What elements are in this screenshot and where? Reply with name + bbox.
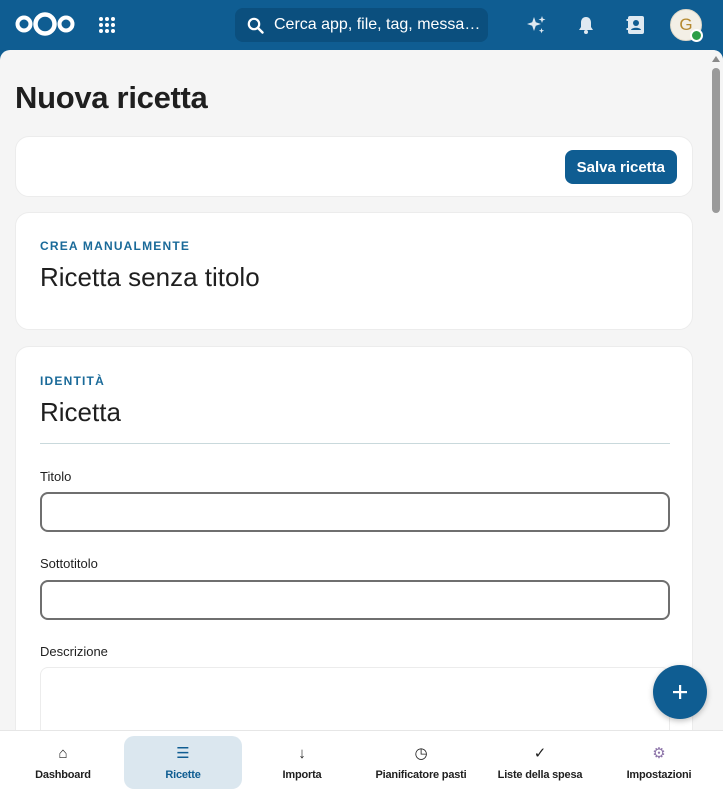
main-content: Nuova ricetta Salva ricetta CREA MANUALM… — [0, 50, 723, 730]
top-header: Cerca app, file, tag, messagg… G — [0, 0, 723, 50]
subtitle-input[interactable] — [40, 580, 670, 620]
checkmark-icon: ✓ — [533, 744, 547, 762]
description-textarea[interactable] — [40, 667, 670, 730]
nav-item-import[interactable]: ↓ Importa — [243, 736, 361, 789]
title-field-label: Titolo — [40, 469, 72, 484]
search-icon — [247, 17, 264, 34]
recipe-name-heading: Ricetta senza titolo — [40, 262, 260, 292]
apps-grid-icon[interactable] — [98, 16, 116, 34]
add-fab-button[interactable] — [653, 665, 707, 719]
title-input[interactable] — [40, 492, 670, 532]
page-title: Nuova ricetta — [15, 80, 208, 115]
nav-label-dashboard: Dashboard — [35, 768, 91, 781]
nav-item-settings[interactable]: ⚙ Impostazioni — [600, 736, 718, 789]
clock-icon: ◷ — [414, 744, 428, 762]
nav-label-import: Importa — [282, 768, 322, 781]
save-recipe-button[interactable]: Salva ricetta — [564, 150, 677, 184]
nav-label-recipes: Ricette — [165, 768, 201, 781]
nav-label-settings: Impostazioni — [626, 768, 692, 781]
nav-item-recipes[interactable]: ☰ Ricette — [124, 736, 242, 789]
nav-label-meal-planner: Pianificatore pasti — [375, 768, 467, 781]
create-mode-eyebrow: CREA MANUALMENTE — [40, 239, 191, 253]
identity-card: IDENTITÀ Ricetta Titolo Sottotitolo Desc… — [15, 346, 693, 730]
sparkle-icon[interactable] — [525, 14, 547, 36]
bottom-navigation: ⌂ Dashboard ☰ Ricette ↓ Importa ◷ Pianif… — [0, 730, 723, 793]
bell-icon[interactable] — [575, 14, 597, 36]
nav-label-shopping-lists: Liste della spesa — [497, 768, 583, 781]
scroll-up-arrow-icon[interactable] — [712, 56, 720, 62]
unified-search-input[interactable]: Cerca app, file, tag, messagg… — [235, 8, 488, 42]
gear-icon: ⚙ — [652, 744, 666, 762]
scrollbar-thumb[interactable] — [712, 68, 720, 213]
section-divider — [40, 443, 670, 444]
download-arrow-icon: ↓ — [298, 744, 306, 762]
create-mode-card: CREA MANUALMENTE Ricetta senza titolo — [15, 212, 693, 330]
online-status-icon — [690, 29, 703, 42]
list-icon: ☰ — [176, 744, 190, 762]
user-avatar[interactable]: G — [670, 9, 703, 42]
search-placeholder: Cerca app, file, tag, messagg… — [274, 16, 488, 33]
nav-item-meal-planner[interactable]: ◷ Pianificatore pasti — [362, 736, 480, 789]
plus-icon — [673, 685, 687, 699]
nextcloud-logo-icon[interactable] — [14, 10, 76, 38]
nav-item-shopping-lists[interactable]: ✓ Liste della spesa — [481, 736, 599, 789]
actions-card: Salva ricetta — [15, 136, 693, 197]
identity-eyebrow: IDENTITÀ — [40, 374, 105, 388]
contacts-icon[interactable] — [625, 14, 647, 36]
home-icon: ⌂ — [58, 744, 68, 762]
description-field-label: Descrizione — [40, 644, 108, 659]
identity-heading: Ricetta — [40, 397, 121, 427]
subtitle-field-label: Sottotitolo — [40, 556, 98, 571]
scrollbar[interactable] — [709, 50, 723, 730]
nav-item-dashboard[interactable]: ⌂ Dashboard — [4, 736, 122, 789]
